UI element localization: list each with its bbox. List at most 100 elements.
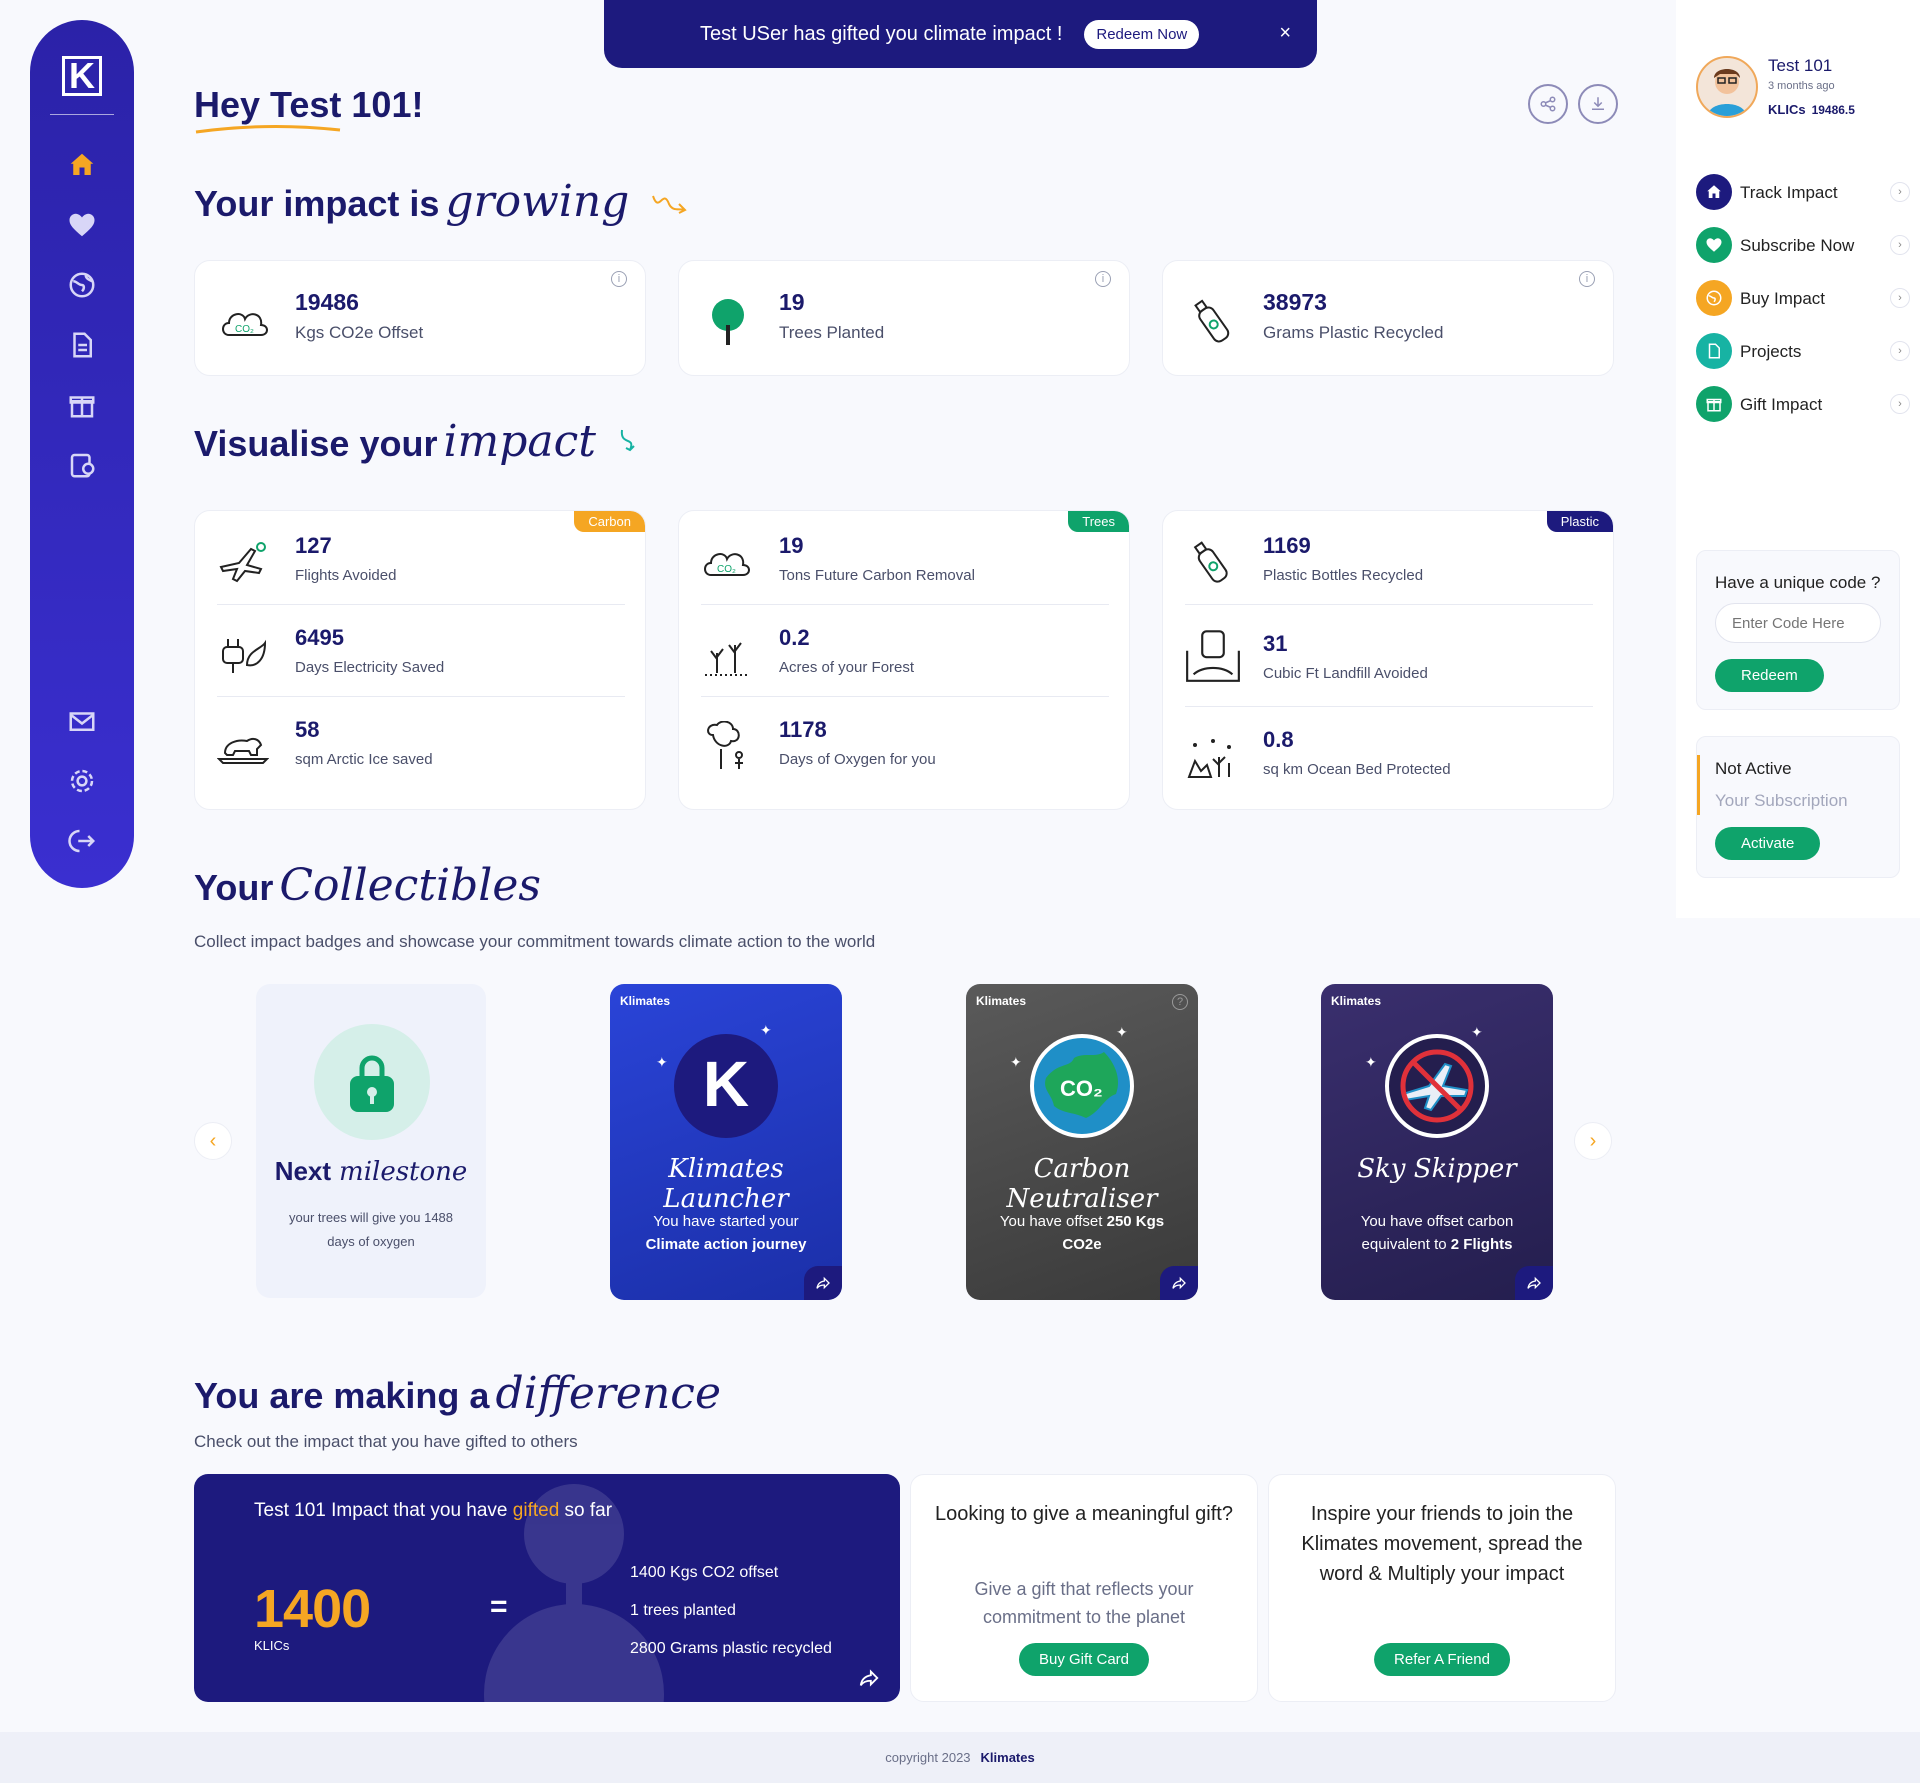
nav-label: Track Impact [1740, 183, 1838, 202]
viz-value: 0.8 [1263, 727, 1294, 752]
difference-title: You are making a difference [194, 1368, 721, 1419]
globe-icon [1696, 280, 1732, 316]
redeem-button[interactable]: Redeem [1715, 659, 1824, 692]
viz-row: CO₂ 19 Tons Future Carbon Removal [701, 513, 1109, 605]
arrow-doodle-icon [621, 429, 635, 452]
badge-desc: You have offset carbon equivalent to 2 F… [1337, 1210, 1537, 1256]
viz-value: 6495 [295, 625, 344, 650]
home-icon[interactable] [67, 150, 97, 180]
footer-brand[interactable]: Klimates [981, 1750, 1035, 1765]
arrow-doodle-icon [652, 195, 688, 214]
nav-gift-impact[interactable]: Gift Impact › [1696, 386, 1910, 422]
sparkle-icon: ✦ [760, 1022, 772, 1038]
viz-row: 1169 Plastic Bottles Recycled [1185, 513, 1593, 605]
activate-button[interactable]: Activate [1715, 827, 1821, 860]
chevron-right-icon: › [1890, 235, 1910, 255]
nav-track-impact[interactable]: Track Impact › [1696, 174, 1910, 210]
stat-label: Grams Plastic Recycled [1263, 323, 1444, 342]
subscription-status: Not Active [1715, 759, 1792, 778]
gift-klics-value: 1400 [254, 1579, 371, 1639]
viz-card-trees: Trees CO₂ 19 Tons Future Carbon Removal … [678, 510, 1130, 810]
viz-card-plastic: Plastic 1169 Plastic Bottles Recycled 31… [1162, 510, 1614, 810]
chevron-right-icon: › [1890, 182, 1910, 202]
info-icon[interactable]: i [1579, 271, 1595, 287]
stat-value: 19 [779, 289, 805, 315]
badge-sky-skipper[interactable]: Klimates ✦ ✦ Sky Skipper You have offset… [1321, 984, 1553, 1300]
viz-label: sq km Ocean Bed Protected [1263, 761, 1451, 778]
buy-gift-card-button[interactable]: Buy Gift Card [1018, 1643, 1150, 1676]
footer-text: copyright 2023 [885, 1750, 971, 1765]
info-icon[interactable]: i [1095, 271, 1111, 287]
badge-title: Carbon Neutraliser [1006, 1154, 1158, 1214]
landfill-icon [1186, 630, 1240, 682]
refer-friend-button[interactable]: Refer A Friend [1374, 1643, 1510, 1676]
visualise-title: Visualise your impact [194, 416, 642, 467]
close-icon[interactable]: × [1279, 22, 1291, 45]
stat-value: 38973 [1263, 289, 1327, 315]
avatar[interactable] [1696, 56, 1758, 118]
collectibles-title-text: Your [194, 867, 274, 908]
carousel-prev-button[interactable]: ‹ [194, 1122, 232, 1160]
download-icon [1592, 97, 1604, 110]
nav-label: Buy Impact [1740, 289, 1826, 308]
klimates-logo[interactable]: K [62, 56, 102, 96]
share-icon[interactable] [1515, 1266, 1553, 1300]
badge-title: Klimates Launcher [663, 1154, 789, 1214]
cta-subtitle: Give a gift that reflects your commitmen… [974, 1579, 1194, 1627]
nav-projects[interactable]: Projects › [1696, 333, 1910, 369]
logout-icon[interactable] [67, 826, 97, 856]
share-button[interactable] [1528, 84, 1568, 124]
gear-icon[interactable] [67, 766, 97, 796]
redeem-now-button[interactable]: Redeem Now [1084, 19, 1200, 49]
top-actions [1528, 84, 1618, 124]
info-icon[interactable]: ? [1172, 994, 1188, 1010]
right-panel: Test 101 3 months ago KLICs 19486.5 Track… [1676, 0, 1920, 918]
viz-row: 6495 Days Electricity Saved [217, 605, 625, 697]
nav-label: Gift Impact [1740, 395, 1823, 414]
equals-sign: = [490, 1590, 508, 1623]
badge-carbon-neutraliser[interactable]: Klimates ? ✦ ✦ CO₂ Carbon Neutraliser Yo… [966, 984, 1198, 1300]
document-icon[interactable] [67, 330, 97, 360]
tree-icon [712, 299, 744, 345]
viz-label: Acres of your Forest [779, 659, 915, 676]
milestone-title-script: milestone [339, 1157, 468, 1187]
svg-text:CO₂: CO₂ [235, 324, 254, 335]
nav-subscribe-now[interactable]: Subscribe Now › [1696, 227, 1910, 263]
viz-label: Days Electricity Saved [295, 659, 445, 676]
milestone-card: Next milestone your trees will give you 1… [256, 984, 486, 1298]
share-icon[interactable] [1160, 1266, 1198, 1300]
collectibles-title-script: Collectibles [279, 860, 541, 911]
viz-row: 1178 Days of Oxygen for you [701, 697, 1109, 789]
badge-desc-text: You have offset [999, 1213, 1103, 1230]
share-icon[interactable] [804, 1266, 842, 1300]
badge-klimates-launcher[interactable]: Klimates ✦ ✦ K Klimates Launcher You hav… [610, 984, 842, 1300]
heart-icon[interactable] [67, 210, 97, 240]
badge-desc: You have started your Climate action jour… [626, 1210, 826, 1256]
document-icon [1696, 333, 1732, 369]
unique-code-box: Have a unique code ? Redeem [1696, 550, 1900, 710]
gift-banner: Test USer has gifted you climate impact … [604, 0, 1317, 68]
carousel-next-button[interactable]: › [1574, 1122, 1612, 1160]
info-icon[interactable]: i [611, 271, 627, 287]
badge-desc-bold: 2 Flights [1450, 1236, 1513, 1253]
share-icon[interactable] [858, 1667, 880, 1694]
nav-buy-impact[interactable]: Buy Impact › [1696, 280, 1910, 316]
badge-brand: Klimates [620, 994, 671, 1008]
gift-item: 1400 Kgs CO2 offset [630, 1564, 779, 1581]
badge-desc-text: You have started your [653, 1213, 799, 1230]
gift-icon[interactable] [67, 390, 97, 420]
milestone-title: Next milestone [256, 1156, 486, 1187]
heart-icon [1696, 227, 1732, 263]
gift-icon [1696, 386, 1732, 422]
klics-label: KLICs [1768, 102, 1806, 117]
wallet-icon[interactable] [67, 450, 97, 480]
viz-label: sqm Arctic Ice saved [295, 751, 433, 768]
gift-item: 2800 Grams plastic recycled [630, 1640, 832, 1657]
globe-icon[interactable] [67, 270, 97, 300]
mail-icon[interactable] [67, 706, 97, 736]
code-input[interactable] [1715, 603, 1881, 643]
viz-label: Days of Oxygen for you [779, 751, 936, 768]
download-button[interactable] [1578, 84, 1618, 124]
subscription-label: Your Subscription [1715, 791, 1848, 810]
nav-label: Subscribe Now [1740, 236, 1855, 255]
